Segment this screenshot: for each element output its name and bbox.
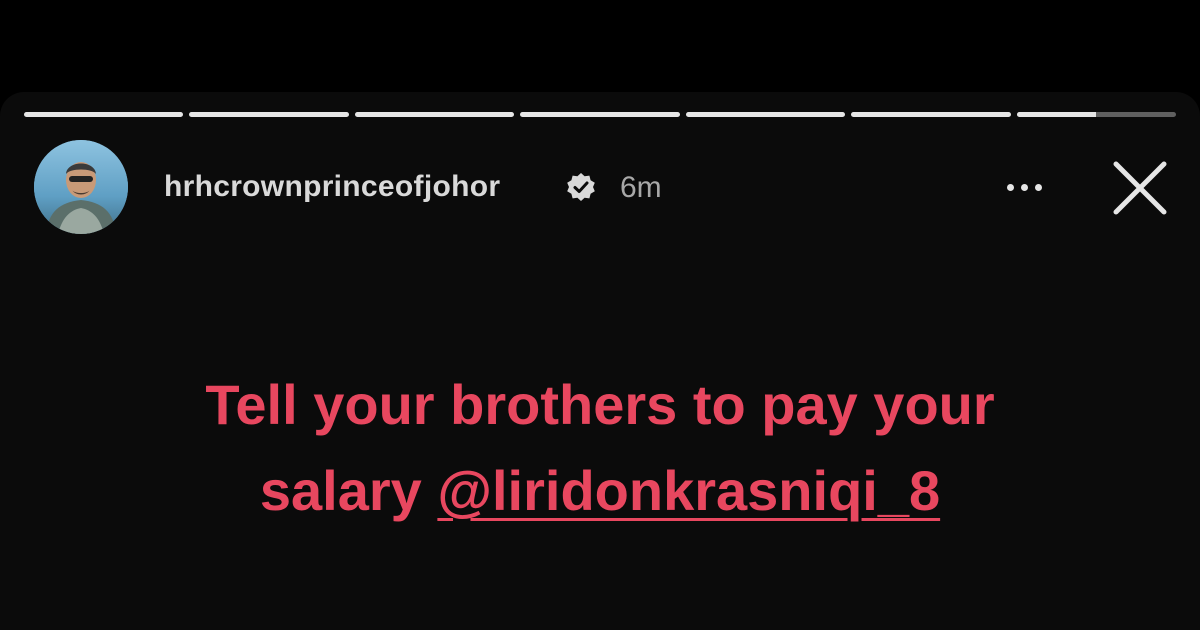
user-mention-link[interactable]: @liridonkrasniqi_8 <box>437 459 940 522</box>
progress-fill <box>24 112 184 117</box>
progress-segment <box>354 112 515 117</box>
caption-line-1: Tell your brothers to pay your <box>205 373 995 436</box>
progress-fill <box>685 112 846 117</box>
progress-fill <box>189 112 349 117</box>
more-options-icon <box>1034 183 1042 191</box>
story-header: hrhcrownprinceofjohor 6m <box>34 140 1174 236</box>
story-caption: Tell your brothers to pay your salary @l… <box>100 362 1100 534</box>
close-icon <box>1113 161 1167 215</box>
progress-segment <box>24 112 184 117</box>
progress-segment <box>1016 112 1176 117</box>
progress-fill <box>520 112 680 117</box>
progress-fill <box>1016 112 1097 117</box>
progress-segment <box>685 112 846 117</box>
post-timestamp: 6m <box>620 171 662 204</box>
more-options-icon <box>1020 183 1028 191</box>
avatar-photo <box>34 140 128 234</box>
progress-segment <box>189 112 349 117</box>
progress-fill <box>354 112 515 117</box>
progress-segment <box>520 112 680 117</box>
username[interactable]: hrhcrownprinceofjohor <box>164 170 500 204</box>
verified-badge-icon <box>566 172 596 202</box>
progress-segment <box>851 112 1011 117</box>
story-progress-bar <box>24 112 1176 117</box>
more-options-button[interactable] <box>994 164 1054 210</box>
caption-line-2: salary <box>259 459 438 522</box>
profile-avatar[interactable] <box>34 140 128 234</box>
progress-fill <box>851 112 1011 117</box>
close-button[interactable] <box>1106 154 1174 222</box>
more-options-icon <box>1006 183 1014 191</box>
